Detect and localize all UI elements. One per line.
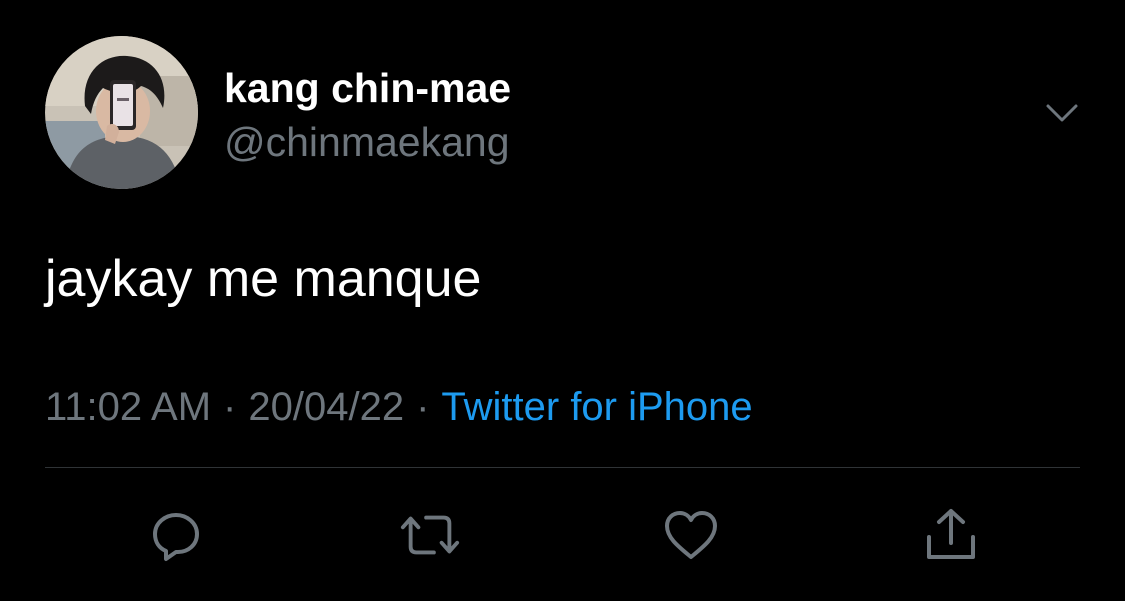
- tweet-time[interactable]: 11:02 AM: [45, 385, 211, 429]
- author-avatar[interactable]: [45, 36, 198, 189]
- profile-photo: [45, 36, 198, 189]
- like-button[interactable]: [660, 504, 722, 566]
- reply-icon: [153, 513, 199, 561]
- share-button[interactable]: [920, 504, 982, 566]
- tweet-date[interactable]: 20/04/22: [248, 385, 404, 429]
- meta-separator: ·: [416, 385, 430, 429]
- author-handle[interactable]: @chinmaekang: [224, 118, 510, 166]
- reply-button[interactable]: [145, 504, 207, 566]
- more-options-button[interactable]: [1040, 96, 1084, 132]
- share-icon: [927, 509, 975, 559]
- like-icon: [665, 511, 717, 559]
- meta-separator: ·: [223, 385, 237, 429]
- divider: [45, 467, 1080, 468]
- retweet-button[interactable]: [399, 504, 461, 566]
- tweet-text: jaykay me manque: [45, 250, 482, 308]
- tweet-meta: 11:02 AM · 20/04/22 · Twitter for iPhone: [45, 383, 753, 431]
- chevron-down-icon: [1046, 104, 1078, 122]
- author-display-name[interactable]: kang chin-mae: [224, 64, 511, 112]
- tweet-source-link[interactable]: Twitter for iPhone: [441, 385, 752, 429]
- retweet-icon: [400, 515, 460, 555]
